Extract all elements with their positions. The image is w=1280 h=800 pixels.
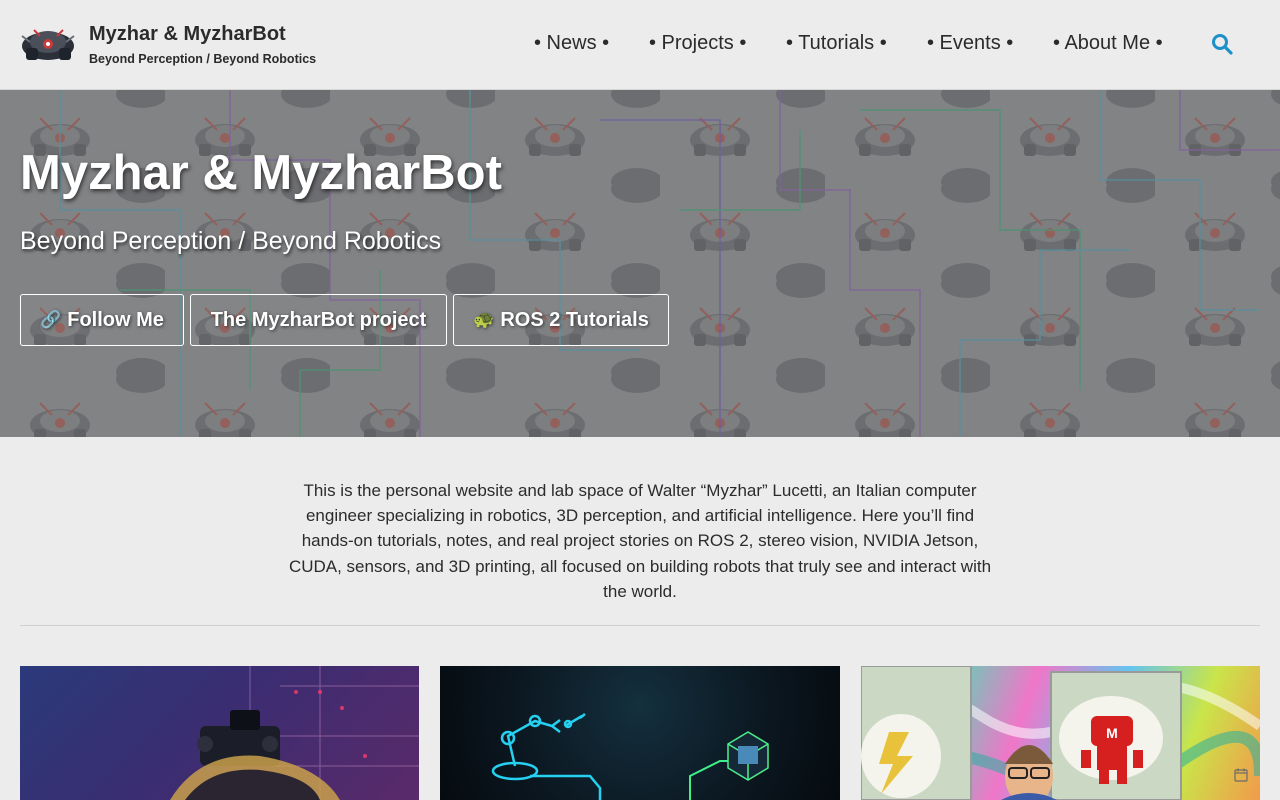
- section-divider: [20, 625, 1260, 626]
- follow-me-label: Follow Me: [67, 308, 164, 331]
- site-title[interactable]: Myzhar & MyzharBot: [89, 23, 286, 46]
- nav-item-tutorials[interactable]: • Tutorials •: [786, 32, 887, 55]
- search-icon[interactable]: [1211, 33, 1233, 55]
- intro-text: This is the personal website and lab spa…: [288, 481, 992, 601]
- site-header: Myzhar & MyzharBot Beyond Perception / B…: [0, 0, 1280, 90]
- hero-title: Myzhar & MyzharBot: [20, 146, 502, 200]
- link-icon: 🔗: [40, 310, 62, 329]
- nav-item-news[interactable]: • News •: [534, 32, 609, 55]
- hero-subtitle: Beyond Perception / Beyond Robotics: [20, 227, 442, 255]
- myzharbot-project-label: The MyzharBot project: [210, 308, 427, 331]
- myzharbot-logo-icon[interactable]: [20, 22, 77, 64]
- turtle-icon: 🐢: [473, 310, 495, 329]
- nav-item-about-me[interactable]: • About Me •: [1053, 32, 1163, 55]
- hero-banner: Myzhar & MyzharBot Beyond Perception / B…: [0, 90, 1280, 437]
- calendar-icon: [1234, 768, 1248, 782]
- nav-item-events[interactable]: • Events •: [927, 32, 1013, 55]
- robot-arm-ai-image: [491, 713, 769, 800]
- robot-image: [170, 666, 419, 800]
- hero-overlay: [0, 90, 1280, 437]
- svg-text:M: M: [1106, 725, 1118, 741]
- post-card-ai-robotics[interactable]: [440, 666, 840, 800]
- site-subtitle: Beyond Perception / Beyond Robotics: [89, 52, 317, 66]
- follow-me-button[interactable]: 🔗 Follow Me: [20, 294, 184, 346]
- post-card-maker-event[interactable]: M: [861, 666, 1260, 800]
- myzharbot-project-button[interactable]: The MyzharBot project: [190, 294, 447, 346]
- nav-item-projects[interactable]: • Projects •: [649, 32, 746, 55]
- ros2-tutorials-label: ROS 2 Tutorials: [500, 308, 649, 331]
- maker-event-image: M: [861, 666, 1260, 800]
- post-card-robot[interactable]: [20, 666, 419, 800]
- ros2-tutorials-button[interactable]: 🐢 ROS 2 Tutorials: [453, 294, 669, 346]
